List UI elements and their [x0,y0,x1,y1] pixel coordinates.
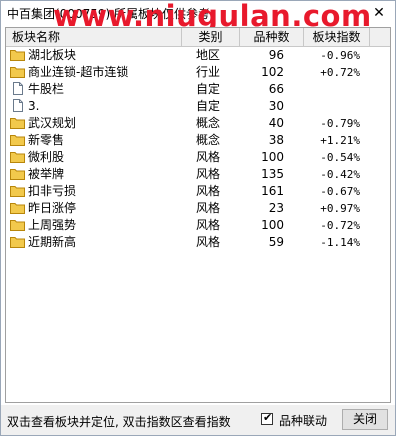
sector-name: 昨日涨停 [28,201,77,215]
index-change-cell[interactable]: -0.42% [296,166,360,183]
folder-icon [10,116,25,129]
folder-icon [10,65,25,78]
table-row[interactable]: 商业连锁-超市连锁 行业 102 +0.72% [6,64,390,81]
count-cell: 59 [268,235,284,249]
sector-name-cell[interactable]: 牛股栏 [10,81,190,98]
category-cell: 自定 [196,82,221,96]
folder-icon [10,133,25,146]
category-cell: 地区 [196,48,221,62]
close-icon[interactable]: ✕ [371,5,387,21]
sector-name: 商业连锁-超市连锁 [28,65,129,79]
sector-name: 近期新高 [28,235,77,249]
category-cell: 风格 [196,218,221,232]
count-cell: 96 [268,48,284,62]
index-change-cell[interactable]: -0.72% [296,217,360,234]
table-row[interactable]: 牛股栏 自定 66 [6,81,390,98]
category-cell: 风格 [196,150,221,164]
table-header: 板块名称 类别 品种数 板块指数 [6,28,390,47]
table-row[interactable]: 3. 自定 30 [6,98,390,115]
sector-name-cell[interactable]: 3. [10,98,190,115]
column-header-name[interactable]: 板块名称 [6,28,182,46]
category-cell: 风格 [196,184,221,198]
category-cell: 自定 [196,99,221,113]
sector-table: 板块名称 类别 品种数 板块指数 湖北板块 地区 96 -0.96% 商业连锁-超市连锁… [5,27,391,403]
dialog-window: 中百集团(000759) 所属板块仅供参考 www.niugulan.com ✕… [0,0,396,436]
sector-name: 新零售 [28,133,65,147]
count-cell: 102 [261,65,284,79]
category-cell: 行业 [196,65,221,79]
sector-name: 湖北板块 [28,48,77,62]
sector-name-cell[interactable]: 昨日涨停 [10,200,190,217]
sector-name: 扣非亏损 [28,184,77,198]
sector-name: 微利股 [28,150,65,164]
column-header-category[interactable]: 类别 [182,28,240,46]
count-cell: 66 [268,82,284,96]
category-cell: 概念 [196,116,221,130]
folder-icon [10,184,25,197]
sector-name: 武汉规划 [28,116,77,130]
count-cell: 135 [261,167,284,181]
count-cell: 38 [268,133,284,147]
document-icon [10,82,25,95]
close-button[interactable]: 关闭 [342,409,388,430]
folder-icon [10,218,25,231]
index-change-cell[interactable]: -0.67% [296,183,360,200]
count-cell: 30 [268,99,284,113]
sync-checkbox-label[interactable]: 品种联动 [279,412,327,429]
sector-name-cell[interactable]: 被举牌 [10,166,190,183]
index-change-cell[interactable]: -0.54% [296,149,360,166]
sector-name: 被举牌 [28,167,65,181]
count-cell: 100 [261,218,284,232]
count-cell: 40 [268,116,284,130]
count-cell: 100 [261,150,284,164]
column-header-index[interactable]: 板块指数 [304,28,370,46]
sector-name-cell[interactable]: 微利股 [10,149,190,166]
sector-name-cell[interactable]: 商业连锁-超市连锁 [10,64,190,81]
document-icon [10,99,25,112]
status-text: 双击查看板块并定位, 双击指数区查看指数 [7,415,231,429]
sector-name: 牛股栏 [28,82,65,96]
index-change-cell[interactable]: +0.72% [296,64,360,81]
table-row[interactable]: 湖北板块 地区 96 -0.96% [6,47,390,64]
sector-name-cell[interactable]: 湖北板块 [10,47,190,64]
sector-name-cell[interactable]: 新零售 [10,132,190,149]
sector-name-cell[interactable]: 近期新高 [10,234,190,251]
sync-checkbox[interactable]: ✔ [261,411,273,425]
footer-bar: 双击查看板块并定位, 双击指数区查看指数 ✔ 品种联动 关闭 [1,405,395,435]
title-bar: 中百集团(000759) 所属板块仅供参考 www.niugulan.com ✕ [1,0,395,33]
table-row[interactable]: 扣非亏损 风格 161 -0.67% [6,183,390,200]
folder-icon [10,201,25,214]
index-change-cell[interactable] [296,98,360,115]
table-row[interactable]: 武汉规划 概念 40 -0.79% [6,115,390,132]
table-row[interactable]: 新零售 概念 38 +1.21% [6,132,390,149]
index-change-cell[interactable] [296,81,360,98]
table-row[interactable]: 上周强势 风格 100 -0.72% [6,217,390,234]
sector-name-cell[interactable]: 扣非亏损 [10,183,190,200]
checkmark-icon: ✔ [263,411,273,424]
column-header-count[interactable]: 品种数 [240,28,304,46]
count-cell: 161 [261,184,284,198]
index-change-cell[interactable]: -0.79% [296,115,360,132]
sector-name: 上周强势 [28,218,77,232]
sector-name-cell[interactable]: 上周强势 [10,217,190,234]
table-row[interactable]: 近期新高 风格 59 -1.14% [6,234,390,251]
sector-name-cell[interactable]: 武汉规划 [10,115,190,132]
category-cell: 风格 [196,167,221,181]
folder-icon [10,235,25,248]
table-row[interactable]: 微利股 风格 100 -0.54% [6,149,390,166]
folder-icon [10,167,25,180]
table-row[interactable]: 被举牌 风格 135 -0.42% [6,166,390,183]
category-cell: 概念 [196,133,221,147]
index-change-cell[interactable]: +1.21% [296,132,360,149]
table-row[interactable]: 昨日涨停 风格 23 +0.97% [6,200,390,217]
sector-name: 3. [28,99,40,113]
index-change-cell[interactable]: -0.96% [296,47,360,64]
index-change-cell[interactable]: -1.14% [296,234,360,251]
category-cell: 风格 [196,235,221,249]
category-cell: 风格 [196,201,221,215]
folder-icon [10,150,25,163]
index-change-cell[interactable]: +0.97% [296,200,360,217]
folder-icon [10,48,25,61]
count-cell: 23 [268,201,284,215]
